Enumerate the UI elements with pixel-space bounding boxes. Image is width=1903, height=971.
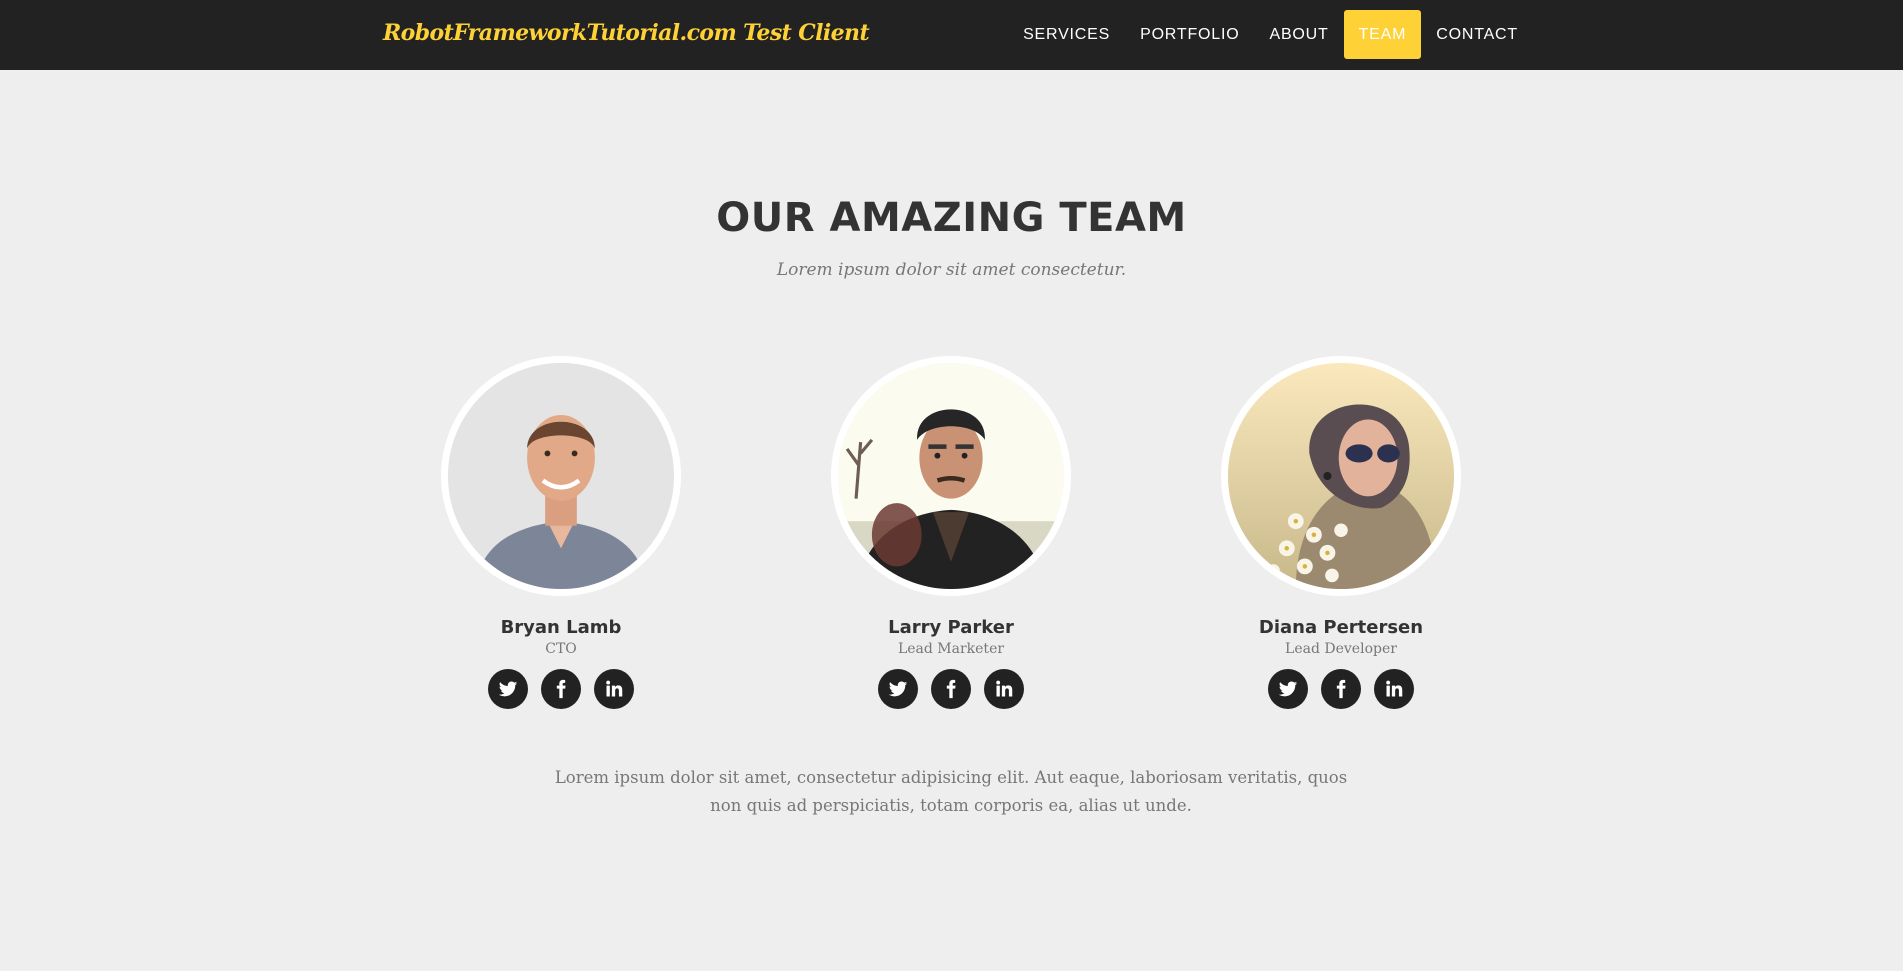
linkedin-icon — [606, 680, 623, 697]
twitter-button[interactable] — [488, 669, 528, 709]
linkedin-button[interactable] — [984, 669, 1024, 709]
linkedin-icon — [1386, 680, 1403, 697]
team-member-card: Bryan Lamb CTO — [366, 356, 756, 709]
social-links — [1146, 669, 1536, 709]
team-member-card: Larry Parker Lead Marketer — [756, 356, 1146, 709]
nav-item-team[interactable]: Team — [1343, 10, 1422, 59]
facebook-button[interactable] — [1321, 669, 1361, 709]
facebook-icon — [556, 679, 566, 699]
member-name: Diana Pertersen — [1258, 617, 1424, 638]
twitter-button[interactable] — [1268, 669, 1308, 709]
member-name: Larry Parker — [888, 617, 1014, 638]
member-role: Lead Marketer — [897, 641, 1005, 657]
member-role: Lead Developer — [1285, 641, 1397, 657]
nav-item-services[interactable]: Services — [1008, 10, 1125, 59]
facebook-icon — [1336, 679, 1346, 699]
navbar: RobotFrameworkTutorial.com Test Client S… — [0, 0, 1903, 70]
twitter-button[interactable] — [878, 669, 918, 709]
nav-menu: Services Portfolio About Team Contact — [1008, 10, 1533, 59]
member-photo — [441, 356, 681, 596]
section-subtitle: Lorem ipsum dolor sit amet consectetur. — [776, 260, 1127, 280]
social-links — [756, 669, 1146, 709]
linkedin-button[interactable] — [594, 669, 634, 709]
brand-logo[interactable]: RobotFrameworkTutorial.com Test Client — [383, 20, 870, 46]
twitter-icon — [1278, 681, 1298, 697]
nav-item-about[interactable]: About — [1254, 10, 1343, 59]
member-photo-image — [838, 363, 1064, 589]
team-member-card: Diana Pertersen Lead Developer — [1146, 356, 1536, 709]
team-description: Lorem ipsum dolor sit amet, consectetur … — [554, 768, 1348, 815]
nav-item-portfolio[interactable]: Portfolio — [1125, 10, 1254, 59]
nav-item-contact[interactable]: Contact — [1421, 10, 1533, 59]
twitter-icon — [888, 681, 908, 697]
linkedin-button[interactable] — [1374, 669, 1414, 709]
facebook-button[interactable] — [931, 669, 971, 709]
member-photo-image — [448, 363, 674, 589]
section-title: Our Amazing Team — [716, 195, 1187, 241]
facebook-button[interactable] — [541, 669, 581, 709]
member-name: Bryan Lamb — [500, 617, 622, 638]
twitter-icon — [498, 681, 518, 697]
member-role: CTO — [545, 641, 577, 657]
facebook-icon — [946, 679, 956, 699]
member-photo-image — [1228, 363, 1454, 589]
linkedin-icon — [996, 680, 1013, 697]
member-photo — [831, 356, 1071, 596]
member-photo — [1221, 356, 1461, 596]
social-links — [366, 669, 756, 709]
